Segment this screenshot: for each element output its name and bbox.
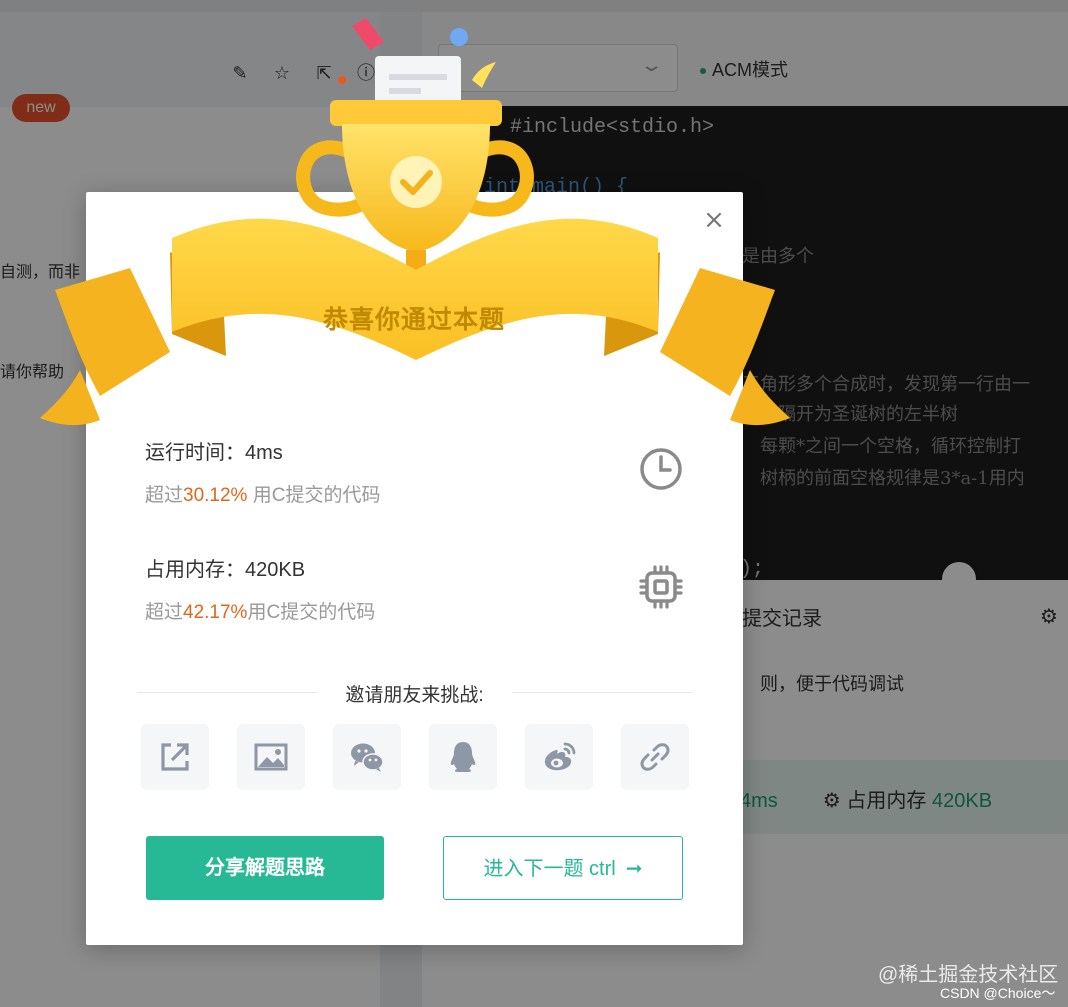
share-qq-button[interactable] — [429, 724, 497, 790]
external-share-icon — [161, 743, 189, 771]
link-icon — [640, 743, 670, 771]
memory-comparison: 超过42.17%用C提交的代码 — [145, 597, 375, 624]
clock-icon — [640, 448, 682, 490]
chip-icon — [639, 565, 683, 609]
invite-title: 邀请朋友来挑战: — [345, 685, 484, 706]
memory-percent: 42.17% — [183, 602, 248, 623]
arrow-right-icon: ➞ — [625, 856, 643, 880]
share-image-button[interactable] — [237, 724, 305, 790]
comparison-suffix: 用C提交的代码 — [247, 602, 376, 623]
share-wechat-button[interactable] — [333, 724, 401, 790]
comparison-prefix: 超过 — [145, 602, 184, 623]
qq-icon — [450, 742, 476, 772]
runtime-percent: 30.12% — [183, 485, 248, 506]
next-problem-button[interactable]: 进入下一题 ctrl ➞ — [443, 836, 683, 900]
close-icon[interactable]: × — [702, 207, 726, 233]
runtime-label: 运行时间：4ms — [145, 442, 283, 464]
image-icon — [254, 743, 288, 771]
weibo-icon — [544, 742, 576, 771]
memory-label: 占用内存：420KB — [145, 559, 306, 581]
comparison-prefix: 超过 — [145, 485, 184, 506]
share-link-button[interactable] — [621, 724, 689, 790]
wechat-icon — [351, 743, 384, 772]
share-solution-button[interactable]: 分享解题思路 — [146, 836, 384, 900]
runtime-comparison: 超过30.12% 用C提交的代码 — [145, 480, 380, 507]
share-external-button[interactable] — [141, 724, 209, 790]
congrats-title: 恭喜你通过本题 — [322, 306, 505, 334]
watermark-csdn: CSDN @Choice～ — [940, 985, 1056, 1001]
next-problem-label: 进入下一题 ctrl — [483, 858, 616, 880]
share-weibo-button[interactable] — [525, 724, 593, 790]
comparison-suffix: 用C提交的代码 — [247, 485, 381, 506]
